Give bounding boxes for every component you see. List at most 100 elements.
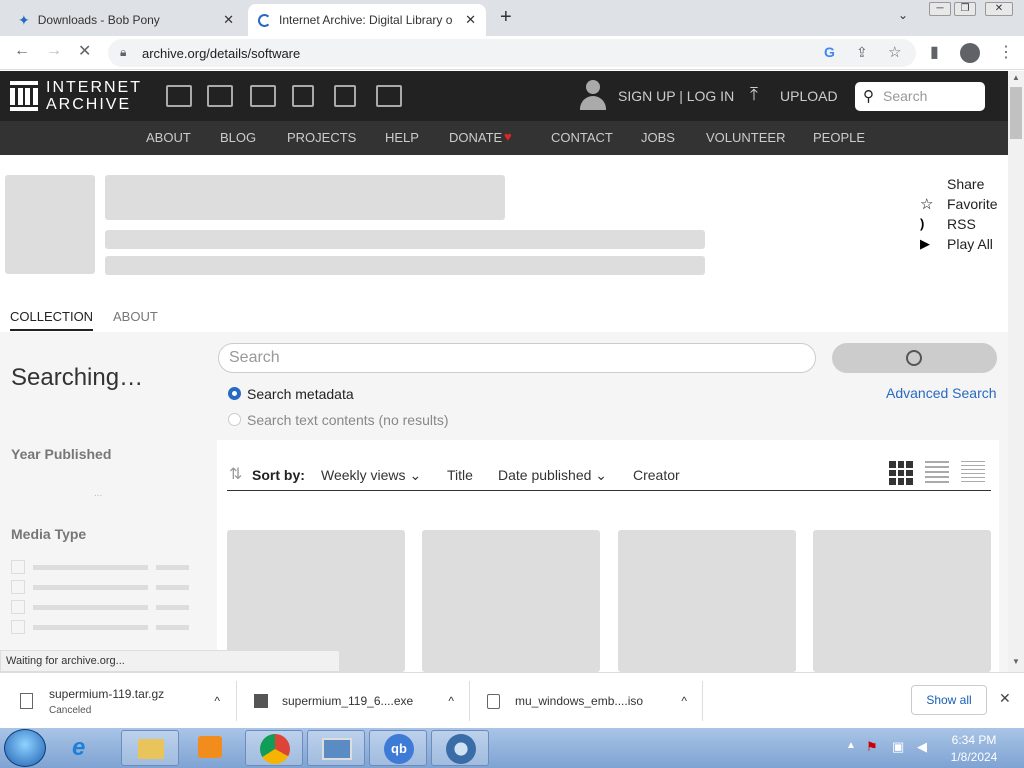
page-scrollbar[interactable]: ▲ ▼ bbox=[1008, 71, 1024, 672]
download-item[interactable]: supermium-119.tar.gz Canceled ^ bbox=[20, 673, 230, 729]
audio-speaker-icon[interactable] bbox=[292, 85, 314, 107]
chevron-up-icon[interactable]: ^ bbox=[448, 694, 454, 708]
new-tab-icon[interactable]: + bbox=[500, 6, 512, 29]
address-bar[interactable]: 🔒︎ archive.org/details/software G ⇪ ☆ bbox=[108, 39, 916, 67]
nav-about[interactable]: ABOUT bbox=[146, 130, 191, 145]
upload-link[interactable]: UPLOAD bbox=[780, 88, 838, 104]
donate-heart-icon: ♥ bbox=[504, 129, 512, 144]
facet-year-heading: Year Published bbox=[11, 446, 112, 462]
taskbar-supermium[interactable] bbox=[431, 730, 489, 766]
nav-blog[interactable]: BLOG bbox=[220, 130, 256, 145]
taskbar-chrome[interactable] bbox=[245, 730, 303, 766]
close-window-icon[interactable]: ✕ bbox=[985, 2, 1013, 16]
nav-help[interactable]: HELP bbox=[385, 130, 419, 145]
download-separator bbox=[469, 681, 470, 721]
play-all-link[interactable]: Play All bbox=[947, 236, 993, 252]
list-detail-view-icon[interactable] bbox=[925, 461, 949, 485]
sort-title[interactable]: Title bbox=[447, 467, 473, 483]
sort-date-published[interactable]: Date published ⌄ bbox=[498, 467, 607, 484]
minimize-icon[interactable]: ─ bbox=[929, 2, 951, 16]
close-tab-icon[interactable]: ✕ bbox=[465, 12, 476, 28]
ia-logo-text[interactable]: INTERNET ARCHIVE bbox=[46, 79, 142, 113]
browser-toolbar: ← → ✕ 🔒︎ archive.org/details/software G … bbox=[0, 36, 1024, 70]
google-translate-icon[interactable]: G bbox=[824, 44, 835, 60]
nav-contact[interactable]: CONTACT bbox=[551, 130, 613, 145]
download-item[interactable]: supermium_119_6....exe ^ bbox=[254, 673, 464, 729]
close-tab-icon[interactable]: ✕ bbox=[223, 12, 234, 28]
search-placeholder: Search bbox=[229, 349, 280, 366]
web-icon[interactable] bbox=[166, 85, 192, 107]
rss-link[interactable]: RSS bbox=[947, 216, 976, 232]
clock[interactable]: 6:34 PM 1/8/2024 bbox=[944, 733, 1004, 764]
sort-creator[interactable]: Creator bbox=[633, 467, 680, 483]
favorite-link[interactable]: Favorite bbox=[947, 196, 998, 212]
taskbar-explorer[interactable] bbox=[121, 730, 179, 766]
tab-internet-archive[interactable]: Internet Archive: Digital Library o ✕ bbox=[248, 4, 486, 36]
metadata-radio[interactable] bbox=[228, 387, 241, 400]
action-center-flag-icon[interactable]: ⚑ bbox=[866, 739, 878, 755]
tab-about[interactable]: ABOUT bbox=[113, 309, 158, 324]
tab-title: Downloads - Bob Pony bbox=[37, 13, 160, 27]
tab-collection[interactable]: COLLECTION bbox=[10, 309, 94, 331]
video-film-icon[interactable] bbox=[250, 85, 276, 107]
media-player-icon[interactable] bbox=[198, 736, 222, 758]
result-tile-placeholder bbox=[422, 530, 600, 672]
nav-jobs[interactable]: JOBS bbox=[641, 130, 675, 145]
nav-projects[interactable]: PROJECTS bbox=[287, 130, 356, 145]
taskbar-qbittorrent[interactable]: qb bbox=[369, 730, 427, 766]
metadata-radio-label: Search metadata bbox=[247, 386, 354, 402]
chevron-up-icon[interactable]: ^ bbox=[214, 694, 220, 708]
bookmark-star-icon[interactable]: ☆ bbox=[888, 43, 901, 61]
ia-logo-icon[interactable] bbox=[10, 81, 38, 111]
nav-donate[interactable]: DONATE bbox=[449, 130, 502, 145]
user-icon[interactable] bbox=[580, 80, 606, 112]
upload-icon[interactable]: ⤒ bbox=[750, 84, 758, 105]
sort-weekly-views[interactable]: Weekly views ⌄ bbox=[321, 467, 421, 484]
show-hidden-icons-icon[interactable]: ▲ bbox=[846, 740, 856, 751]
download-filename: mu_windows_emb....iso bbox=[515, 694, 644, 708]
profile-avatar-icon[interactable] bbox=[960, 43, 980, 63]
software-floppy-icon[interactable] bbox=[334, 85, 356, 107]
share-page-icon[interactable]: ⇪ bbox=[856, 44, 868, 61]
texts-book-icon[interactable] bbox=[207, 85, 233, 107]
scroll-down-icon[interactable]: ▼ bbox=[1012, 657, 1020, 666]
scroll-thumb[interactable] bbox=[1010, 87, 1022, 139]
loading-spinner-icon bbox=[906, 350, 922, 366]
start-orb-icon[interactable] bbox=[4, 729, 46, 767]
tab-search-chevron-icon[interactable]: ⌄ bbox=[898, 8, 908, 22]
list-compact-view-icon[interactable] bbox=[961, 461, 985, 485]
advanced-search-link[interactable]: Advanced Search bbox=[886, 385, 997, 401]
menu-kebab-icon[interactable]: ⋮ bbox=[998, 42, 1014, 62]
side-panel-icon[interactable]: ▮ bbox=[930, 42, 939, 62]
download-item[interactable]: mu_windows_emb....iso ^ bbox=[487, 673, 697, 729]
nav-volunteer[interactable]: VOLUNTEER bbox=[706, 130, 785, 145]
text-contents-radio[interactable] bbox=[228, 413, 241, 426]
ia-search-box[interactable]: ⚲ Search bbox=[855, 82, 985, 111]
nav-people[interactable]: PEOPLE bbox=[813, 130, 865, 145]
scroll-up-icon[interactable]: ▲ bbox=[1012, 73, 1020, 82]
back-icon[interactable]: ← bbox=[14, 42, 30, 60]
status-bubble: Waiting for archive.org... bbox=[0, 650, 340, 672]
facet-media-list bbox=[11, 560, 189, 634]
file-icon bbox=[20, 693, 33, 709]
images-icon[interactable] bbox=[376, 85, 402, 107]
tab-downloads[interactable]: ✦ Downloads - Bob Pony ✕ bbox=[8, 4, 244, 36]
signup-login-link[interactable]: SIGN UP | LOG IN bbox=[618, 88, 734, 104]
tile-view-icon[interactable] bbox=[889, 461, 913, 485]
chrome-icon bbox=[260, 734, 290, 764]
sort-direction-icon[interactable]: ⇅ bbox=[229, 464, 242, 484]
stop-icon[interactable]: ✕ bbox=[78, 41, 91, 61]
network-icon[interactable]: ▣ bbox=[892, 739, 904, 755]
show-all-button[interactable]: Show all bbox=[911, 685, 987, 715]
iso-file-icon bbox=[487, 693, 500, 709]
chevron-up-icon[interactable]: ^ bbox=[681, 694, 687, 708]
forward-icon[interactable]: → bbox=[46, 42, 62, 60]
search-submit-button[interactable] bbox=[832, 343, 997, 373]
ie-icon[interactable]: e bbox=[72, 734, 85, 762]
close-downloads-icon[interactable]: ✕ bbox=[999, 690, 1011, 707]
collection-search-input[interactable]: Search bbox=[218, 343, 816, 373]
volume-muted-icon[interactable]: ◀ bbox=[917, 739, 927, 755]
taskbar-image-viewer[interactable] bbox=[307, 730, 365, 766]
restore-icon[interactable]: ❐ bbox=[954, 2, 976, 16]
share-link[interactable]: Share bbox=[947, 176, 984, 192]
